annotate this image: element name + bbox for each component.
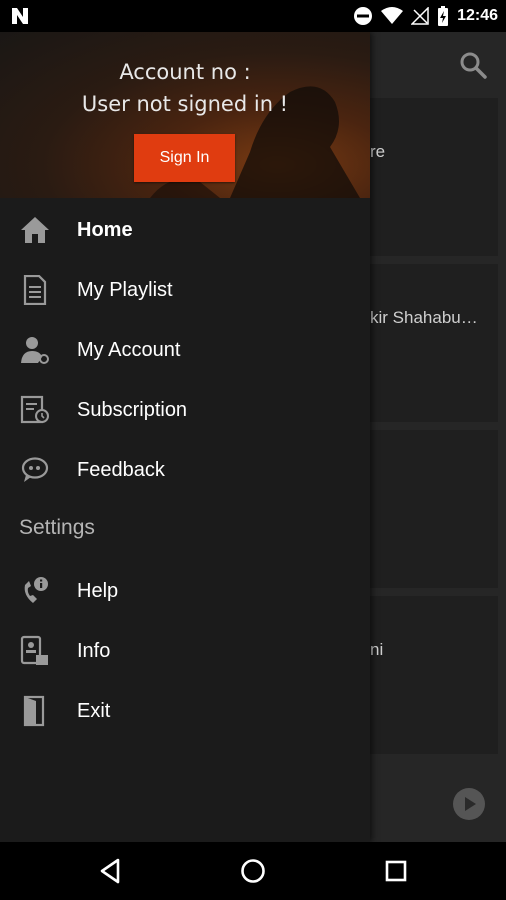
menu-item-label: Subscription	[77, 398, 188, 421]
account-icon	[18, 333, 52, 367]
no-signal-icon	[411, 7, 429, 25]
recents-icon[interactable]	[381, 856, 411, 886]
exit-icon	[18, 694, 52, 728]
navigation-drawer: Account no : User not signed in ! Sign I…	[0, 32, 370, 842]
menu-item-label: Feedback	[77, 458, 165, 481]
list-item[interactable]: re	[370, 98, 498, 256]
menu-item-my-playlist[interactable]: My Playlist	[0, 260, 370, 320]
wifi-icon	[381, 7, 404, 24]
settings-heading: Settings	[19, 516, 95, 539]
playlist-icon	[18, 273, 52, 307]
status-bar: 12:46	[0, 0, 506, 32]
home-circle-icon[interactable]	[238, 856, 268, 886]
menu-item-help[interactable]: Help	[0, 561, 370, 621]
sign-in-status: User not signed in !	[81, 92, 289, 116]
feedback-icon	[18, 453, 52, 487]
menu-item-label: My Account	[77, 338, 181, 361]
menu-item-info[interactable]: Info	[0, 621, 370, 681]
list-item[interactable]: ni	[370, 596, 498, 754]
clock: 12:46	[457, 7, 498, 24]
back-icon[interactable]	[96, 856, 126, 886]
sign-in-button[interactable]: Sign In	[134, 134, 235, 182]
menu-item-label: Info	[77, 639, 111, 662]
list-item[interactable]: kir Shahabu…	[370, 264, 498, 422]
home-icon	[18, 213, 52, 247]
menu-item-label: Exit	[77, 699, 111, 722]
menu-item-exit[interactable]: Exit	[0, 681, 370, 741]
battery-icon	[438, 6, 449, 26]
menu-item-feedback[interactable]: Feedback	[0, 440, 370, 500]
menu-item-label: Help	[77, 579, 119, 602]
n-app-icon	[12, 8, 28, 24]
drawer-header: Account no : User not signed in ! Sign I…	[0, 32, 370, 198]
account-number-label: Account no :	[119, 60, 251, 84]
subscription-icon	[18, 393, 52, 427]
menu-item-my-account[interactable]: My Account	[0, 320, 370, 380]
system-nav-bar	[0, 842, 506, 900]
list-item[interactable]	[370, 430, 498, 588]
menu-item-label: Home	[77, 218, 133, 241]
do-not-disturb-icon	[354, 7, 373, 25]
info-icon	[18, 634, 52, 668]
play-icon[interactable]	[452, 787, 486, 821]
menu-item-label: My Playlist	[77, 278, 173, 301]
menu-item-subscription[interactable]: Subscription	[0, 380, 370, 440]
help-icon	[18, 574, 52, 608]
search-icon[interactable]	[458, 50, 488, 80]
menu-item-home[interactable]: Home	[0, 200, 370, 260]
